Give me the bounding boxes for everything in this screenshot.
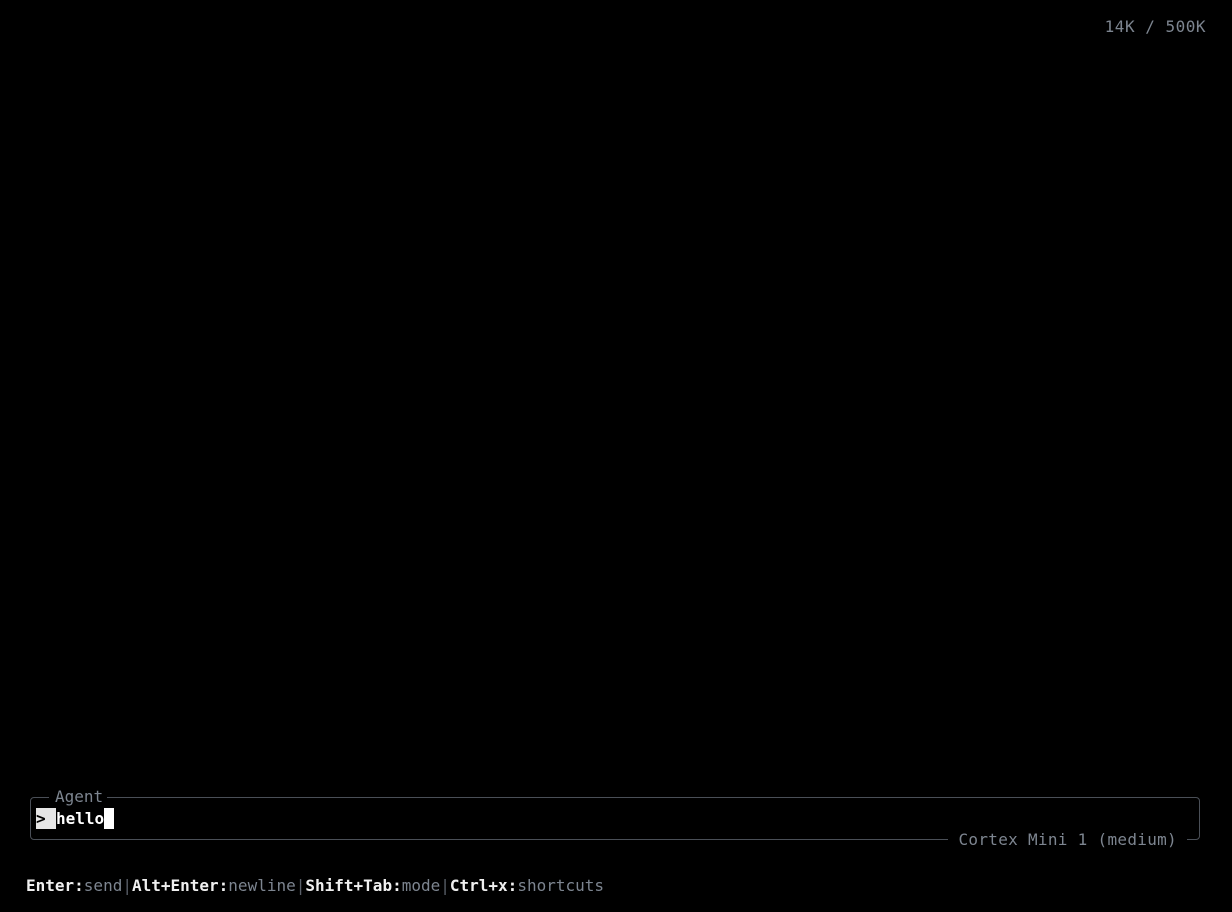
shortcuts-bar: Enter: send | Alt+Enter: newline | Shift+Tab: m… (26, 876, 604, 896)
shortcut-separator: | (440, 876, 450, 895)
prompt-line[interactable]: > hello (36, 808, 115, 829)
text-cursor (104, 808, 115, 829)
prompt-input[interactable]: hello (56, 808, 104, 829)
shortcut-key-newline: Alt+Enter: (131, 876, 229, 895)
shortcut-action-shortcuts: shortcuts (517, 876, 605, 895)
shortcut-key-shortcuts: Ctrl+x: (449, 876, 518, 895)
model-selector-label[interactable]: Cortex Mini 1 (medium) (948, 830, 1187, 850)
input-panel-title: Agent (49, 788, 108, 806)
agent-input-panel[interactable]: Agent > hello Cortex Mini 1 (medium) (30, 788, 1200, 850)
shortcut-separator: | (122, 876, 132, 895)
prompt-chevron-icon: > (36, 808, 56, 829)
shortcut-action-send: send (83, 876, 123, 895)
shortcut-action-newline: newline (228, 876, 296, 895)
shortcut-key-mode: Shift+Tab: (305, 876, 402, 895)
shortcut-action-mode: mode (401, 876, 441, 895)
shortcut-separator: | (295, 876, 306, 895)
shortcut-key-send: Enter: (26, 876, 84, 895)
token-usage-counter: 14K / 500K (1104, 17, 1206, 36)
